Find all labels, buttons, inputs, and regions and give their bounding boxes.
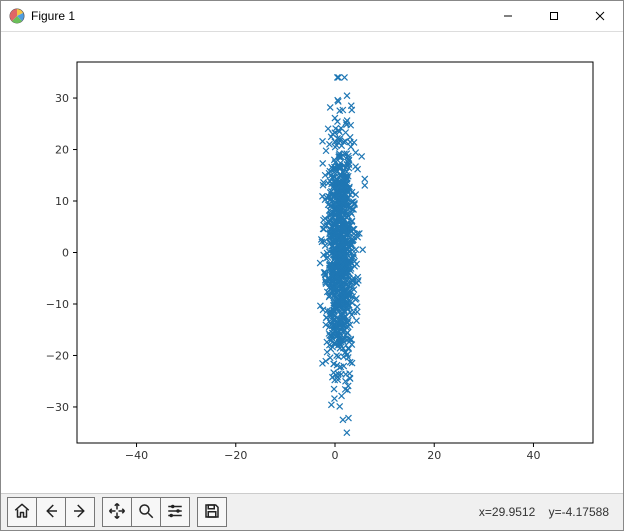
zoom-button[interactable] [131, 497, 161, 527]
home-icon [13, 502, 31, 523]
home-button[interactable] [7, 497, 37, 527]
svg-text:−40: −40 [125, 449, 148, 462]
minimize-button[interactable] [485, 1, 531, 31]
svg-text:30: 30 [55, 92, 69, 105]
svg-text:−30: −30 [46, 401, 69, 414]
svg-text:0: 0 [62, 247, 69, 260]
svg-text:10: 10 [55, 195, 69, 208]
svg-text:20: 20 [427, 449, 441, 462]
sliders-icon [166, 502, 184, 523]
arrow-left-icon [42, 502, 60, 523]
svg-text:−20: −20 [224, 449, 247, 462]
arrow-right-icon [71, 502, 89, 523]
zoom-icon [137, 502, 155, 523]
svg-text:0: 0 [332, 449, 339, 462]
close-button[interactable] [577, 1, 623, 31]
save-button[interactable] [197, 497, 227, 527]
matplotlib-app-icon [9, 8, 25, 24]
configure-button[interactable] [160, 497, 190, 527]
maximize-button[interactable] [531, 1, 577, 31]
move-icon [108, 502, 126, 523]
svg-text:20: 20 [55, 144, 69, 157]
svg-text:−20: −20 [46, 349, 69, 362]
scatter-plot: −40 −20 0 20 40 −30 −20 −10 0 10 20 30 [1, 32, 623, 493]
svg-text:40: 40 [526, 449, 540, 462]
save-icon [203, 502, 221, 523]
figure-canvas[interactable]: −40 −20 0 20 40 −30 −20 −10 0 10 20 30 [1, 32, 623, 493]
cursor-coords: x=29.9512 y=-4.17588 [479, 505, 617, 519]
svg-text:−10: −10 [46, 298, 69, 311]
app-window: Figure 1 −40 −20 0 20 40 −30 −20 −10 0 10 20 30 [0, 0, 624, 531]
window-title: Figure 1 [31, 9, 75, 23]
back-button[interactable] [36, 497, 66, 527]
forward-button[interactable] [65, 497, 95, 527]
nav-toolbar: x=29.9512 y=-4.17588 [1, 493, 623, 530]
titlebar: Figure 1 [1, 1, 623, 32]
pan-button[interactable] [102, 497, 132, 527]
